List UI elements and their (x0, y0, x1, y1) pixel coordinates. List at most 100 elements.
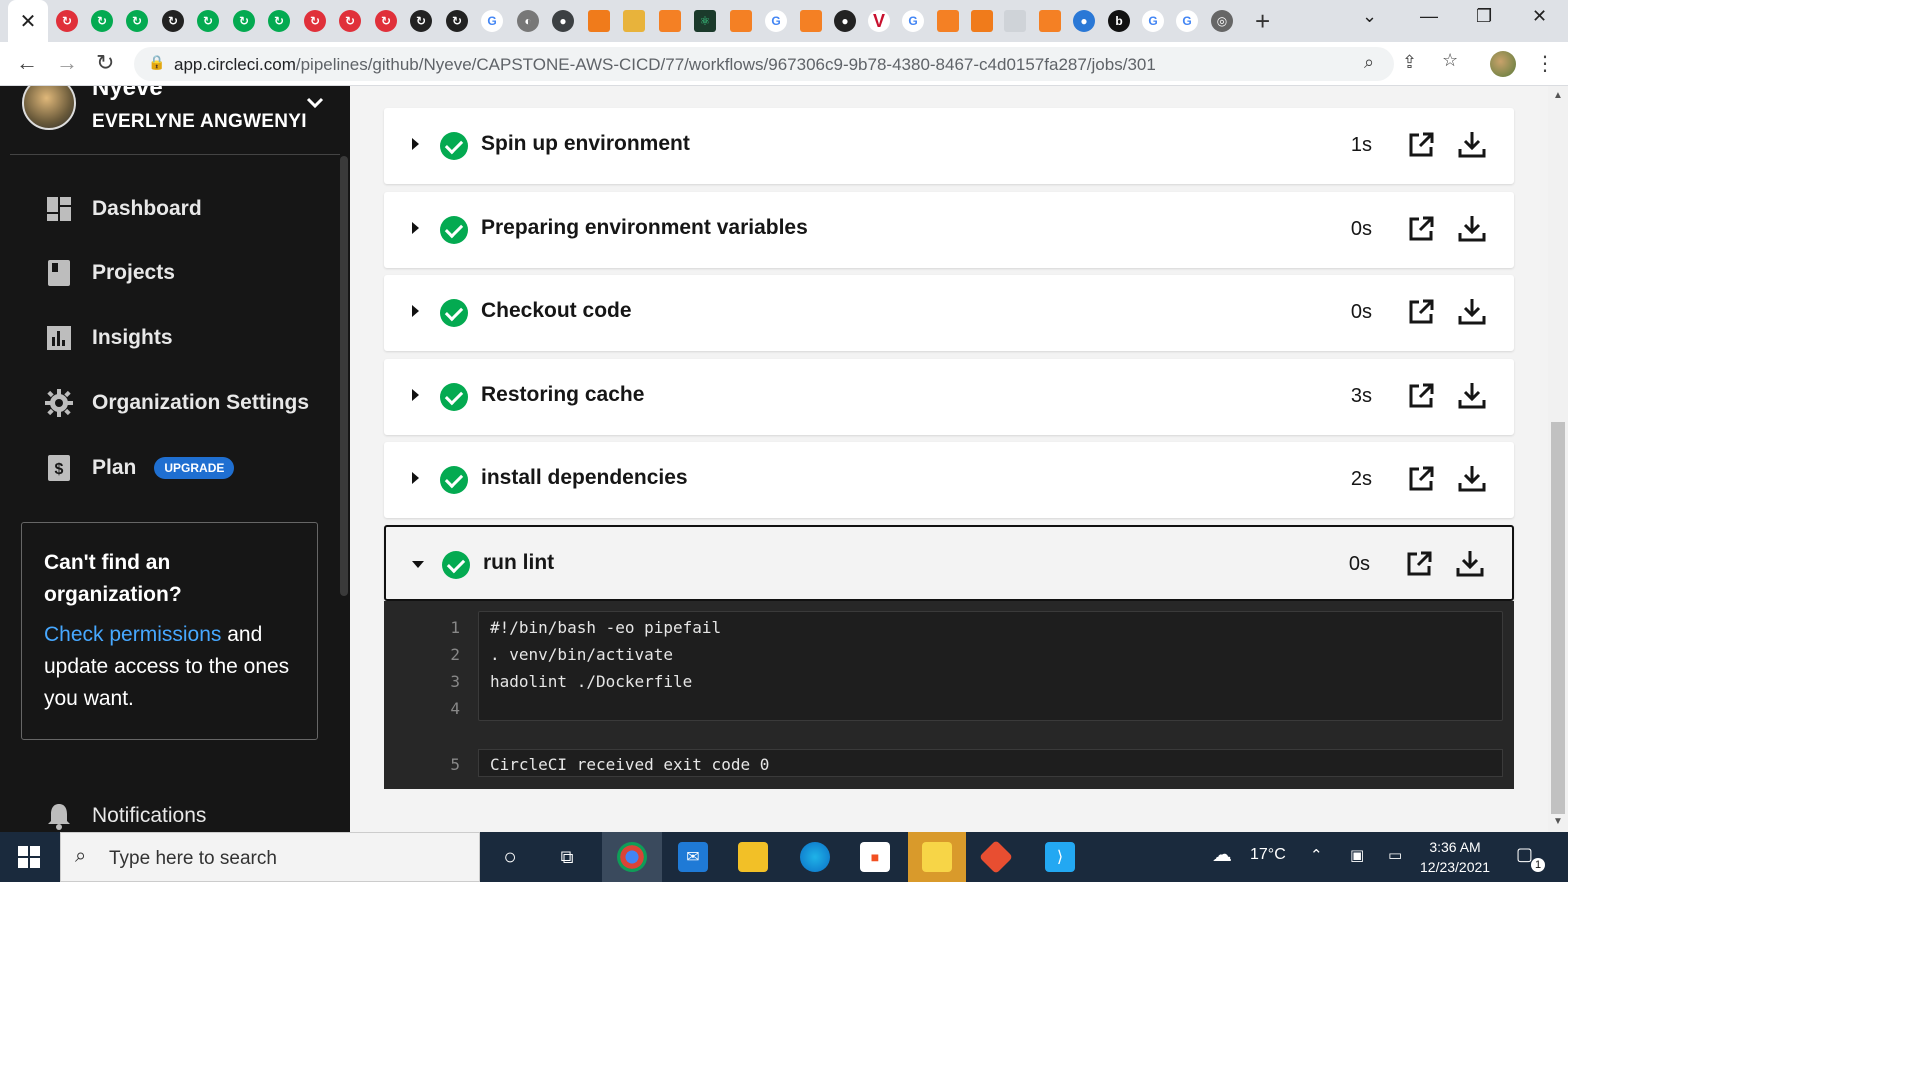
tab-icon[interactable]: ↻ (410, 10, 432, 32)
reload-icon[interactable]: ↻ (96, 50, 114, 76)
google-tab-icon[interactable]: G (765, 10, 787, 32)
tab-icon[interactable]: ↻ (446, 10, 468, 32)
url-text[interactable]: app.circleci.com/pipelines/github/Nyeve/… (174, 55, 1156, 75)
minimize-icon[interactable]: — (1420, 6, 1438, 27)
store-icon[interactable]: ■ (860, 842, 890, 872)
taskbar-search-input[interactable]: ⌕ Type here to search (60, 832, 480, 882)
share-icon[interactable]: ⇪ (1402, 52, 1417, 73)
step-row[interactable]: Restoring cache 3s (384, 359, 1514, 435)
tab-icon[interactable]: ● (1073, 10, 1095, 32)
open-external-icon[interactable] (1408, 466, 1434, 492)
download-icon[interactable] (1456, 549, 1484, 577)
tab-icon[interactable] (971, 10, 993, 32)
scrollbar-thumb[interactable] (1551, 422, 1565, 814)
tab-icon[interactable]: ↻ (162, 10, 184, 32)
google-tab-icon[interactable]: G (1142, 10, 1164, 32)
upgrade-badge[interactable]: UPGRADE (154, 457, 235, 479)
open-external-icon[interactable] (1408, 216, 1434, 242)
caret-right-icon[interactable] (412, 138, 419, 150)
tab-icon[interactable]: ◎ (1211, 10, 1233, 32)
tab-icon[interactable]: ● (552, 10, 574, 32)
step-row[interactable]: Preparing environment variables 0s (384, 192, 1514, 268)
sidebar-item-organization-settings[interactable]: Organization Settings (44, 388, 309, 418)
download-icon[interactable] (1458, 130, 1486, 158)
task-view-icon[interactable]: ⧉ (552, 842, 582, 872)
meet-now-icon[interactable]: ▣ (1350, 846, 1364, 864)
restore-icon[interactable]: ❐ (1476, 6, 1492, 27)
active-tab-close[interactable]: ✕ (8, 0, 48, 42)
sidebar-item-plan[interactable]: $ Plan UPGRADE (44, 453, 235, 483)
sidebar-item-dashboard[interactable]: Dashboard (44, 194, 202, 224)
step-row[interactable]: Checkout code 0s (384, 275, 1514, 351)
user-name[interactable]: EVERLYNE ANGWENYI (92, 111, 307, 133)
check-permissions-link[interactable]: Check permissions (44, 623, 221, 646)
system-clock[interactable]: 3:36 AM 12/23/2021 (1420, 837, 1490, 877)
weather-temp[interactable]: 17°C (1250, 846, 1286, 864)
download-icon[interactable] (1458, 464, 1486, 492)
google-tab-icon[interactable]: G (481, 10, 503, 32)
stackoverflow-tab-icon[interactable] (937, 10, 959, 32)
tab-icon[interactable]: ↻ (304, 10, 326, 32)
tab-icon[interactable]: ⚛ (694, 10, 716, 32)
vscode-icon[interactable]: ⟩ (1045, 842, 1075, 872)
tray-chevron-icon[interactable]: ⌃ (1310, 846, 1323, 864)
tab-icon[interactable]: ↻ (339, 10, 361, 32)
caret-right-icon[interactable] (412, 222, 419, 234)
stackoverflow-tab-icon[interactable] (659, 10, 681, 32)
tab-icon[interactable]: ↻ (126, 10, 148, 32)
tab-search-icon[interactable]: ⌄ (1362, 6, 1377, 27)
caret-right-icon[interactable] (412, 472, 419, 484)
stackoverflow-tab-icon[interactable] (730, 10, 752, 32)
bookmark-star-icon[interactable]: ☆ (1442, 50, 1458, 71)
file-explorer-icon[interactable] (738, 842, 768, 872)
back-icon[interactable]: ← (16, 50, 38, 76)
download-icon[interactable] (1458, 381, 1486, 409)
caret-right-icon[interactable] (412, 305, 419, 317)
forward-icon[interactable]: → (56, 50, 78, 76)
tab-icon[interactable]: V (868, 10, 890, 32)
avatar[interactable] (22, 86, 76, 130)
sidebar-item-insights[interactable]: Insights (44, 323, 173, 353)
tab-icon[interactable]: ↻ (197, 10, 219, 32)
tab-icon[interactable]: ◐ (517, 10, 539, 32)
google-tab-icon[interactable]: G (1176, 10, 1198, 32)
chrome-taskbar-icon[interactable] (617, 842, 647, 872)
org-name[interactable]: Nyeve (92, 86, 163, 102)
step-row[interactable]: install dependencies 2s (384, 442, 1514, 518)
open-external-icon[interactable] (1408, 299, 1434, 325)
tab-icon[interactable]: ↻ (91, 10, 113, 32)
windows-start-icon[interactable] (18, 846, 40, 868)
sidebar-item-notifications[interactable]: Notifications (44, 801, 206, 831)
sidebar-scrollbar[interactable] (340, 156, 348, 596)
scroll-up-icon[interactable]: ▲ (1553, 90, 1563, 101)
zoom-icon[interactable]: ⌕ (1364, 52, 1374, 73)
tab-icon[interactable]: b (1108, 10, 1130, 32)
browser-menu-icon[interactable]: ⋮ (1535, 51, 1555, 76)
mail-icon[interactable]: ✉ (678, 842, 708, 872)
url-omnibox[interactable]: 🔒 app.circleci.com/pipelines/github/Nyev… (134, 47, 1394, 81)
download-icon[interactable] (1458, 214, 1486, 242)
stackoverflow-tab-icon[interactable] (800, 10, 822, 32)
open-external-icon[interactable] (1408, 383, 1434, 409)
open-external-icon[interactable] (1406, 551, 1432, 577)
step-row-expanded[interactable]: run lint 0s (384, 525, 1514, 601)
docker-tab-icon[interactable] (1004, 10, 1026, 32)
caret-right-icon[interactable] (412, 389, 419, 401)
sticky-notes-icon[interactable] (922, 842, 952, 872)
chevron-down-icon[interactable] (306, 92, 324, 115)
tab-icon[interactable]: ↻ (375, 10, 397, 32)
new-tab-button[interactable]: + (1255, 6, 1270, 37)
battery-icon[interactable]: ▭ (1388, 846, 1402, 864)
google-tab-icon[interactable]: G (902, 10, 924, 32)
step-row[interactable]: Spin up environment 1s (384, 108, 1514, 184)
stackoverflow-tab-icon[interactable] (1039, 10, 1061, 32)
scroll-down-icon[interactable]: ▼ (1553, 816, 1563, 827)
tab-icon[interactable]: ↻ (268, 10, 290, 32)
edge-icon[interactable] (800, 842, 830, 872)
tab-icon[interactable] (623, 10, 645, 32)
tab-icon[interactable]: ↻ (233, 10, 255, 32)
github-tab-icon[interactable]: ● (834, 10, 856, 32)
profile-avatar[interactable] (1490, 51, 1516, 77)
git-icon[interactable] (979, 840, 1013, 874)
tab-icon[interactable]: ↻ (56, 10, 78, 32)
